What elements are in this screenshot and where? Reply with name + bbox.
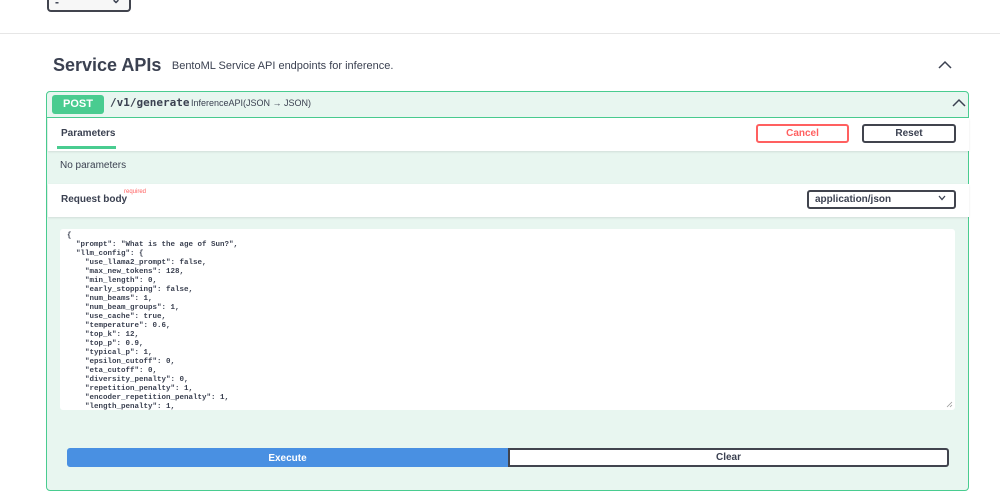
reset-button[interactable]: Reset (862, 124, 956, 143)
server-select-value: - (55, 0, 59, 9)
operation-block: POST /v1/generate InferenceAPI(JSON → JS… (46, 91, 969, 491)
execute-button[interactable]: Execute (67, 448, 508, 467)
top-strip: - ⌄ (0, 0, 1000, 34)
section-description: BentoML Service API endpoints for infere… (171, 60, 394, 72)
required-tag: required (124, 189, 147, 195)
chevron-up-icon[interactable] (951, 97, 967, 109)
server-select[interactable]: - ⌄ (47, 0, 131, 12)
section-title: Service APIs (53, 55, 162, 75)
tab-underline (57, 146, 116, 149)
chevron-down-icon (938, 195, 946, 201)
method-badge: POST (52, 95, 104, 114)
endpoint-summary: InferenceAPI(JSON → JSON) (191, 98, 312, 108)
cancel-button[interactable]: Cancel (756, 124, 849, 143)
parameters-bar: Parameters Cancel Reset (48, 118, 969, 151)
resize-handle-icon[interactable] (946, 401, 953, 408)
request-body-label: Request body (61, 194, 128, 205)
section-header[interactable]: Service APIs BentoML Service API endpoin… (53, 55, 393, 79)
endpoint-path: /v1/generate (110, 96, 190, 109)
chevron-down-icon: ⌄ (111, 0, 121, 6)
content-type-select[interactable]: application/json (807, 190, 956, 209)
request-body-bar: Request body required application/json (48, 184, 969, 217)
content-type-value: application/json (815, 194, 892, 205)
request-body-json: { "prompt": "What is the age of Sun?", "… (67, 232, 239, 410)
chevron-up-icon[interactable] (936, 58, 954, 72)
request-body-editor[interactable]: { "prompt": "What is the age of Sun?", "… (60, 229, 955, 410)
clear-button[interactable]: Clear (508, 448, 949, 467)
operation-summary[interactable]: POST /v1/generate InferenceAPI(JSON → JS… (47, 92, 968, 118)
no-parameters-text: No parameters (60, 160, 127, 171)
tab-parameters[interactable]: Parameters (61, 128, 115, 139)
